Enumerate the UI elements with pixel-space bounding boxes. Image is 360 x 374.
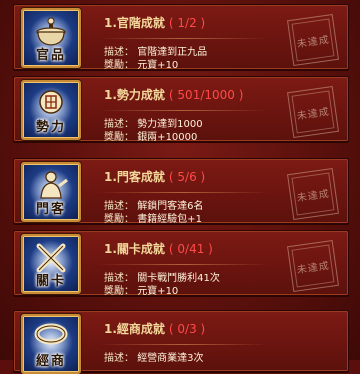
not-achieved-stamp: 未達成 (287, 240, 339, 292)
crossed-swords-icon: 關卡 (21, 234, 81, 294)
icon-caption: 門客 (35, 202, 66, 217)
achievement-progress: ( 1/2 ) (168, 16, 206, 30)
achievement-title: 1.勢力成就( 501/1000 ) (104, 88, 244, 102)
achievement-progress: ( 501/1000 ) (168, 88, 244, 102)
achievement-description: 描述： 經營商業達3次 (104, 353, 204, 364)
official-cauldron-icon: 官品 (21, 8, 81, 68)
power-seal-icon: 勢力 (21, 80, 81, 140)
achievement-card-power[interactable]: 勢力 1.勢力成就( 501/1000 ) 描述： 勢力達到1000 獎勵： 銀… (13, 76, 349, 143)
not-achieved-stamp: 未達成 (287, 14, 339, 66)
not-achieved-stamp: 未達成 (287, 86, 339, 138)
icon-caption: 勢力 (35, 120, 66, 135)
achievement-card-retainer[interactable]: 門客 1.門客成就( 5/6 ) 描述： 解鎖門客達6名 獎勵： 書籍經驗包+1… (13, 158, 349, 225)
achievement-list[interactable]: 官品 1.官階成就( 1/2 ) 描述： 官階達到正九品 獎勵： 元寶+10 未… (0, 0, 360, 374)
icon-caption: 關卡 (35, 274, 66, 289)
commerce-coin-icon: 經商 (21, 314, 81, 374)
achievement-reward: 獎勵： 元寶+10 (104, 60, 179, 71)
achievement-progress: ( 0/41 ) (168, 242, 213, 256)
not-achieved-stamp: 未達成 (287, 168, 339, 220)
achievement-title: 1.關卡成就( 0/41 ) (104, 242, 213, 256)
achievement-card-stage[interactable]: 關卡 1.關卡成就( 0/41 ) 描述： 關卡戰鬥勝利41次 獎勵： 元寶+1… (13, 230, 349, 297)
achievement-card-commerce[interactable]: 經商 1.經商成就( 0/3 ) 描述： 經營商業達3次 (13, 310, 349, 374)
retainer-figure-icon: 門客 (21, 162, 81, 222)
achievement-title: 1.官階成就( 1/2 ) (104, 16, 206, 30)
achievement-card-rank[interactable]: 官品 1.官階成就( 1/2 ) 描述： 官階達到正九品 獎勵： 元寶+10 未… (13, 4, 349, 71)
achievement-reward: 獎勵： 元寶+10 (104, 286, 179, 297)
achievement-progress: ( 5/6 ) (168, 170, 206, 184)
achievement-title: 1.經商成就( 0/3 ) (104, 322, 206, 336)
achievement-reward: 獎勵： 書籍經驗包+1 (104, 214, 202, 225)
achievement-title: 1.門客成就( 5/6 ) (104, 170, 206, 184)
achievement-reward: 獎勵： 銀兩+10000 (104, 132, 198, 143)
achievement-progress: ( 0/3 ) (168, 322, 206, 336)
icon-caption: 官品 (35, 48, 66, 63)
